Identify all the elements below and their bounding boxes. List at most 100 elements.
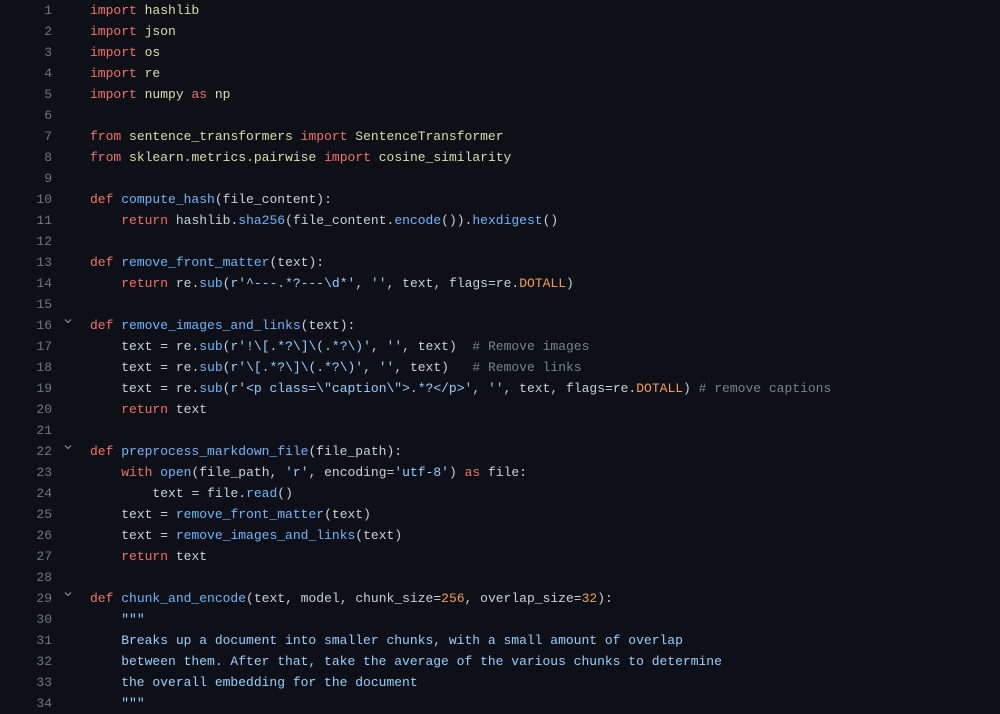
- code-line[interactable]: 6: [0, 105, 1000, 126]
- code-content[interactable]: Breaks up a document into smaller chunks…: [78, 630, 1000, 651]
- token-id: re: [176, 360, 192, 375]
- code-content[interactable]: text = re.sub(r'\[.*?\]\(.*?\)', '', tex…: [78, 357, 1000, 378]
- code-content[interactable]: """: [78, 693, 1000, 714]
- token-fn: remove_images_and_links: [176, 528, 355, 543]
- token-kw: import: [324, 150, 371, 165]
- token-op: [90, 276, 121, 291]
- code-line[interactable]: 13def remove_front_matter(text):: [0, 252, 1000, 273]
- code-line[interactable]: 3import os: [0, 42, 1000, 63]
- code-line[interactable]: 5import numpy as np: [0, 84, 1000, 105]
- code-line[interactable]: 28: [0, 567, 1000, 588]
- code-line[interactable]: 32 between them. After that, take the av…: [0, 651, 1000, 672]
- code-line[interactable]: 23 with open(file_path, 'r', encoding='u…: [0, 462, 1000, 483]
- code-content[interactable]: return re.sub(r'^---.*?---\d*', '', text…: [78, 273, 1000, 294]
- line-number: 10: [0, 189, 58, 210]
- token-op: ):: [316, 192, 332, 207]
- code-line[interactable]: 22def preprocess_markdown_file(file_path…: [0, 441, 1000, 462]
- token-param: file_content: [223, 192, 317, 207]
- code-content[interactable]: def remove_images_and_links(text):: [78, 315, 1000, 336]
- code-line[interactable]: 1import hashlib: [0, 0, 1000, 21]
- code-content[interactable]: return text: [78, 546, 1000, 567]
- code-content[interactable]: text = remove_images_and_links(text): [78, 525, 1000, 546]
- line-number: 11: [0, 210, 58, 231]
- code-line[interactable]: 31 Breaks up a document into smaller chu…: [0, 630, 1000, 651]
- token-id: text: [176, 549, 207, 564]
- token-op: ):: [308, 255, 324, 270]
- token-op: [480, 465, 488, 480]
- code-line[interactable]: 9: [0, 168, 1000, 189]
- code-content[interactable]: import hashlib: [78, 0, 1000, 21]
- code-content[interactable]: from sentence_transformers import Senten…: [78, 126, 1000, 147]
- code-line[interactable]: 15: [0, 294, 1000, 315]
- token-op: (: [324, 507, 332, 522]
- token-id: text: [519, 381, 550, 396]
- fold-chevron-down-icon[interactable]: [58, 441, 78, 453]
- code-line[interactable]: 10 def compute_hash(file_content):: [0, 189, 1000, 210]
- code-line[interactable]: 27 return text: [0, 546, 1000, 567]
- code-line[interactable]: 7from sentence_transformers import Sente…: [0, 126, 1000, 147]
- line-number: 16: [0, 315, 58, 336]
- code-content[interactable]: def preprocess_markdown_file(file_path):: [78, 441, 1000, 462]
- token-num: 32: [582, 591, 598, 606]
- fold-chevron-down-icon[interactable]: [58, 588, 78, 600]
- code-line[interactable]: 30 """: [0, 609, 1000, 630]
- code-line[interactable]: 18 text = re.sub(r'\[.*?\]\(.*?\)', '', …: [0, 357, 1000, 378]
- code-content[interactable]: text = re.sub(r'<p class=\"caption\">.*?…: [78, 378, 1000, 399]
- code-line[interactable]: 20 return text: [0, 399, 1000, 420]
- code-line[interactable]: 24 text = file.read(): [0, 483, 1000, 504]
- code-line[interactable]: 8from sklearn.metrics.pairwise import co…: [0, 147, 1000, 168]
- token-fn: remove_front_matter: [121, 255, 269, 270]
- token-id: text: [121, 507, 152, 522]
- line-number: 29: [0, 588, 58, 609]
- token-op: [371, 150, 379, 165]
- code-content[interactable]: from sklearn.metrics.pairwise import cos…: [78, 147, 1000, 168]
- token-op: [90, 402, 121, 417]
- code-line[interactable]: 12: [0, 231, 1000, 252]
- line-number: 25: [0, 504, 58, 525]
- code-line[interactable]: 34 """: [0, 693, 1000, 714]
- code-content[interactable]: return hashlib.sha256(file_content.encod…: [78, 210, 1000, 231]
- code-line[interactable]: 25 text = remove_front_matter(text): [0, 504, 1000, 525]
- code-line[interactable]: 2 import json: [0, 21, 1000, 42]
- code-content[interactable]: with open(file_path, 'r', encoding='utf-…: [78, 462, 1000, 483]
- token-const: DOTALL: [519, 276, 566, 291]
- code-content[interactable]: def compute_hash(file_content):: [78, 189, 1000, 210]
- code-content[interactable]: import json: [78, 21, 1000, 42]
- code-editor[interactable]: 1import hashlib2 import json3import os4im…: [0, 0, 1000, 714]
- line-number: 2: [0, 21, 58, 42]
- code-content[interactable]: import re: [78, 63, 1000, 84]
- token-op: ,: [550, 381, 566, 396]
- code-line[interactable]: 14 return re.sub(r'^---.*?---\d*', '', t…: [0, 273, 1000, 294]
- code-line[interactable]: 19 text = re.sub(r'<p class=\"caption\">…: [0, 378, 1000, 399]
- code-content[interactable]: text = remove_front_matter(text): [78, 504, 1000, 525]
- code-line[interactable]: 4import re: [0, 63, 1000, 84]
- code-content[interactable]: text = re.sub(r'!\[.*?\]\(.*?\)', '', te…: [78, 336, 1000, 357]
- code-line[interactable]: 29 def chunk_and_encode(text, model, chun…: [0, 588, 1000, 609]
- code-line[interactable]: 33 the overall embedding for the documen…: [0, 672, 1000, 693]
- token-param: file_path: [316, 444, 386, 459]
- code-content[interactable]: text = file.read(): [78, 483, 1000, 504]
- token-op: [90, 528, 121, 543]
- token-kw: as: [191, 87, 207, 102]
- code-line[interactable]: 21: [0, 420, 1000, 441]
- code-content[interactable]: between them. After that, take the avera…: [78, 651, 1000, 672]
- code-line[interactable]: 17 text = re.sub(r'!\[.*?\]\(.*?\)', '',…: [0, 336, 1000, 357]
- code-line[interactable]: 26 text = remove_images_and_links(text): [0, 525, 1000, 546]
- token-op: [137, 3, 145, 18]
- token-fn: sub: [199, 276, 222, 291]
- code-content[interactable]: def chunk_and_encode(text, model, chunk_…: [78, 588, 1000, 609]
- code-content[interactable]: return text: [78, 399, 1000, 420]
- line-number: 14: [0, 273, 58, 294]
- code-content[interactable]: """: [78, 609, 1000, 630]
- token-str: '': [488, 381, 504, 396]
- code-line[interactable]: 16 def remove_images_and_links(text):: [0, 315, 1000, 336]
- code-content[interactable]: import numpy as np: [78, 84, 1000, 105]
- code-content[interactable]: def remove_front_matter(text):: [78, 252, 1000, 273]
- code-line[interactable]: 11 return hashlib.sha256(file_content.en…: [0, 210, 1000, 231]
- token-fn: open: [160, 465, 191, 480]
- fold-chevron-down-icon[interactable]: [58, 315, 78, 327]
- code-content[interactable]: import os: [78, 42, 1000, 63]
- token-op: (: [215, 192, 223, 207]
- code-content[interactable]: the overall embedding for the document: [78, 672, 1000, 693]
- token-op: [90, 381, 121, 396]
